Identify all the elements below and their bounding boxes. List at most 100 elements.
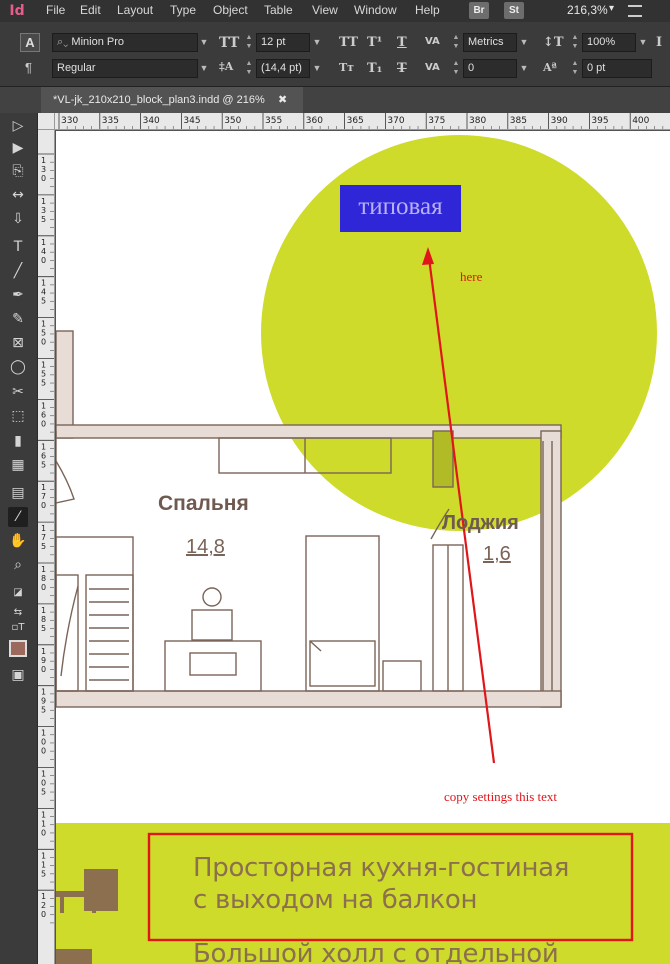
selected-text[interactable]: типовая: [340, 193, 461, 221]
feature-kitchen-line-2[interactable]: с выходом на балкон: [193, 885, 477, 915]
zoom-dropdown-icon[interactable]: ▾: [609, 3, 614, 14]
tracking-stepper-icon[interactable]: ▲ ▼: [451, 59, 461, 78]
all-caps-icon[interactable]: TT: [339, 35, 358, 50]
zoom-level[interactable]: 216,3%: [567, 3, 608, 17]
ruler-label: 1: [41, 197, 46, 206]
type-tool-icon[interactable]: T: [8, 237, 28, 257]
workspace-icon[interactable]: [628, 5, 642, 17]
ruler-label: 7: [41, 533, 46, 542]
ruler-label: 6: [41, 410, 46, 419]
hand-tool-icon[interactable]: ✋: [8, 531, 28, 551]
ruler-label: 330: [61, 116, 78, 126]
document-canvas[interactable]: типовая here Спальня 14,8 Лоджия 1,6 cop…: [56, 131, 670, 964]
feature-hall-line-1[interactable]: Большой холл с отдельной: [193, 939, 559, 964]
menu-help[interactable]: Help: [415, 3, 440, 17]
note-tool-icon[interactable]: ▤: [8, 483, 28, 503]
ruler-label: 0: [41, 747, 46, 756]
pen-tool-icon[interactable]: ✒: [8, 285, 28, 305]
vertical-ruler[interactable]: 1301351401451501551601651701751801851901…: [38, 130, 55, 964]
leading-stepper-icon[interactable]: ▲ ▼: [244, 59, 254, 78]
scissors-tool-icon[interactable]: ✂: [8, 382, 28, 402]
stock-button[interactable]: St: [504, 2, 524, 19]
horizontal-ruler-ticks: 330 335 340 345 350 355 360 365 370 375 380 385 390 3…: [58, 113, 664, 129]
vertical-scale-stepper-icon[interactable]: ▲ ▼: [570, 33, 580, 52]
underline-icon[interactable]: T: [397, 35, 407, 50]
fill-color-swatch[interactable]: [9, 640, 27, 657]
tracking-field[interactable]: 0: [463, 59, 517, 78]
subscript-icon[interactable]: T₁: [367, 61, 382, 76]
gap-tool-icon[interactable]: ↔: [8, 185, 28, 205]
font-size-dropdown-icon[interactable]: ▼: [310, 33, 324, 52]
room-loggia-name[interactable]: Лоджия: [442, 512, 519, 535]
leading-icon: ‡A: [219, 60, 234, 73]
room-loggia-area[interactable]: 1,6: [483, 543, 511, 566]
ruler-label: 375: [428, 116, 445, 126]
font-size-stepper-icon[interactable]: ▲ ▼: [244, 33, 254, 52]
bridge-button[interactable]: Br: [469, 2, 489, 19]
note-here[interactable]: here: [460, 269, 482, 285]
screen-mode-icon[interactable]: ▣: [8, 665, 28, 685]
character-formatting-icon[interactable]: A: [20, 33, 40, 52]
font-style-field[interactable]: Regular: [52, 59, 198, 78]
content-collector-tool-icon[interactable]: ⇩: [8, 209, 28, 229]
font-style-dropdown-icon[interactable]: ▼: [197, 59, 211, 78]
menu-layout[interactable]: Layout: [117, 3, 153, 17]
horizontal-ruler[interactable]: 330 335 340 345 350 355 360 365 370 375 380 385 390 3…: [55, 113, 670, 130]
pencil-tool-icon[interactable]: ✎: [8, 309, 28, 329]
ruler-label: 0: [41, 910, 46, 919]
menu-file[interactable]: File: [46, 3, 65, 17]
ruler-label: 1: [41, 524, 46, 533]
formatting-affects-text-icon[interactable]: ▫T: [8, 618, 28, 638]
font-family-dropdown-icon[interactable]: ▼: [197, 33, 211, 52]
font-family-field[interactable]: ⌕⌄ Minion Pro: [52, 33, 198, 52]
close-tab-icon[interactable]: ✖: [278, 87, 287, 113]
strikethrough-icon[interactable]: T: [397, 61, 407, 76]
line-tool-icon[interactable]: ╱: [8, 261, 28, 281]
baseline-shift-stepper-icon[interactable]: ▲ ▼: [570, 59, 580, 78]
ruler-label: 1: [41, 729, 46, 738]
gradient-feather-tool-icon[interactable]: ▦: [8, 455, 28, 475]
leading-dropdown-icon[interactable]: ▼: [310, 59, 324, 78]
rectangle-frame-tool-icon[interactable]: ⊠: [8, 333, 28, 353]
note-copy-settings[interactable]: copy settings this text: [444, 789, 557, 805]
menu-object[interactable]: Object: [213, 3, 248, 17]
kerning-stepper-icon[interactable]: ▲ ▼: [451, 33, 461, 52]
page-tool-icon[interactable]: ⎘: [8, 161, 28, 181]
document-tab[interactable]: *VL-jk_210x210_block_plan3.indd @ 216%: [41, 87, 303, 113]
vertical-scale-dropdown-icon[interactable]: ▼: [636, 33, 650, 52]
room-bedroom-area[interactable]: 14,8: [186, 536, 225, 559]
feature-hall-icon: [56, 949, 92, 964]
ruler-label: 2: [41, 901, 46, 910]
superscript-icon[interactable]: T¹: [367, 35, 382, 50]
feature-kitchen-line-1[interactable]: Просторная кухня-гостиная: [193, 853, 569, 883]
room-bedroom-name[interactable]: Спальня: [158, 492, 249, 516]
baseline-shift-icon: Aª: [543, 61, 557, 74]
default-fill-stroke-icon[interactable]: ◪: [8, 583, 28, 603]
menu-table[interactable]: Table: [264, 3, 293, 17]
kerning-dropdown-icon[interactable]: ▼: [517, 33, 531, 52]
menu-window[interactable]: Window: [354, 3, 397, 17]
baseline-shift-field[interactable]: 0 pt: [582, 59, 652, 78]
direct-selection-tool-icon[interactable]: ▶: [8, 138, 28, 158]
small-caps-icon[interactable]: Tт: [339, 61, 354, 74]
gradient-swatch-tool-icon[interactable]: ▮: [8, 431, 28, 451]
menu-edit[interactable]: Edit: [80, 3, 101, 17]
ruler-origin[interactable]: [38, 113, 55, 130]
vertical-scale-field[interactable]: 100%: [582, 33, 636, 52]
menu-view[interactable]: View: [312, 3, 338, 17]
paragraph-formatting-icon[interactable]: ¶: [25, 60, 32, 75]
free-transform-tool-icon[interactable]: ⬚: [8, 406, 28, 426]
selection-tool-icon[interactable]: ▷: [8, 116, 28, 136]
ellipse-tool-icon[interactable]: ◯: [8, 357, 28, 377]
kerning-field[interactable]: Metrics: [463, 33, 517, 52]
kerning-icon: VA: [425, 36, 440, 47]
tracking-dropdown-icon[interactable]: ▼: [517, 59, 531, 78]
zoom-tool-icon[interactable]: ⌕: [8, 555, 28, 575]
leading-field[interactable]: (14,4 pt): [256, 59, 310, 78]
eyedropper-tool-icon[interactable]: ⁄: [8, 507, 28, 527]
font-size-field[interactable]: 12 pt: [256, 33, 310, 52]
menu-type[interactable]: Type: [170, 3, 196, 17]
indesign-app-icon[interactable]: Id: [6, 2, 28, 20]
ruler-label: 1: [41, 320, 46, 329]
ruler-label: 5: [41, 542, 46, 551]
